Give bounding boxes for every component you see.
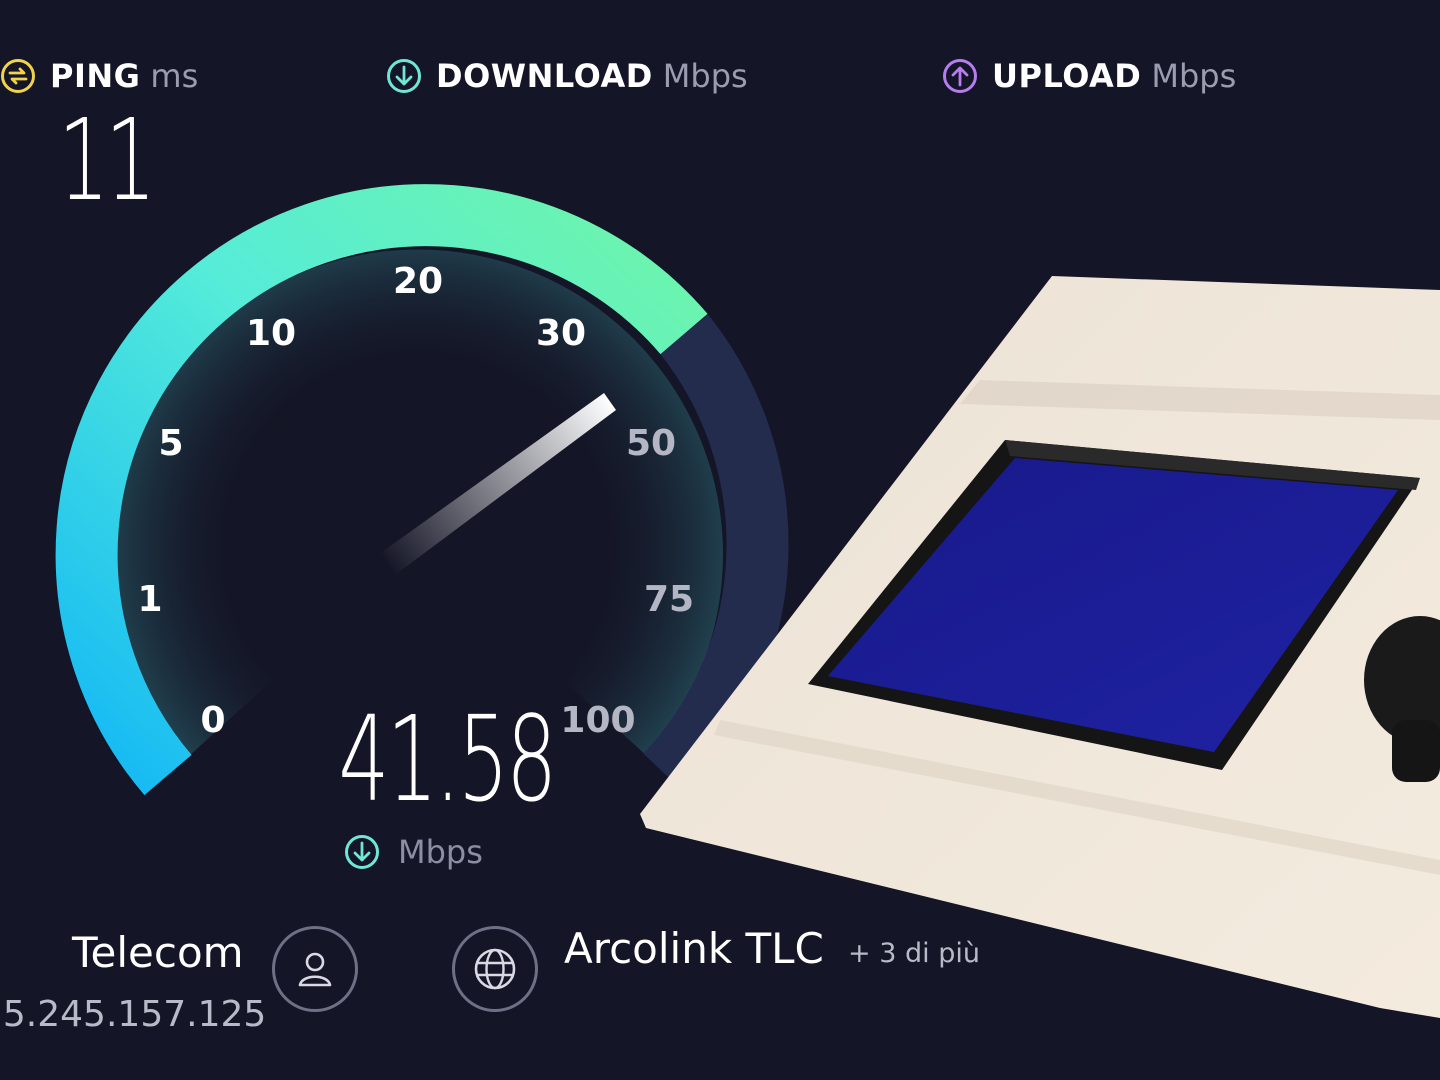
download-arrow-icon	[345, 835, 379, 869]
speed-unit-row: Mbps	[344, 830, 483, 874]
tick-label: 0	[200, 700, 225, 741]
user-icon	[298, 952, 332, 987]
tick-label: 1	[137, 579, 162, 620]
download-metric: DOWNLOAD Mbps	[386, 52, 748, 100]
download-label: DOWNLOAD	[436, 57, 653, 95]
upload-unit: Mbps	[1151, 57, 1237, 95]
ping-metric: PING ms	[0, 52, 198, 100]
globe-icon	[474, 948, 516, 990]
tick-label: 30	[536, 313, 586, 354]
upload-arrow-icon	[943, 59, 977, 93]
download-arrow-icon	[387, 59, 421, 93]
tick-label: 20	[393, 261, 443, 302]
server-button[interactable]	[452, 926, 538, 1012]
tick-label: 100	[560, 700, 635, 741]
speed-unit-label: Mbps	[398, 833, 483, 871]
download-speed-value: 41.58	[338, 690, 557, 828]
user-button[interactable]	[272, 926, 358, 1012]
ping-unit: ms	[150, 57, 199, 95]
server-name[interactable]: Arcolink TLC	[564, 924, 824, 973]
tick-label: 10	[246, 313, 296, 354]
ping-icon	[1, 59, 35, 93]
upload-metric: UPLOAD Mbps	[942, 52, 1236, 100]
ping-label: PING	[50, 57, 141, 95]
tick-label: 5	[158, 423, 183, 464]
server-more-link[interactable]: + 3 di più	[848, 938, 980, 969]
isp-name: Telecom	[72, 928, 244, 977]
upload-label: UPLOAD	[992, 57, 1142, 95]
download-unit: Mbps	[662, 57, 748, 95]
ip-address: 25.245.157.125	[0, 994, 267, 1035]
